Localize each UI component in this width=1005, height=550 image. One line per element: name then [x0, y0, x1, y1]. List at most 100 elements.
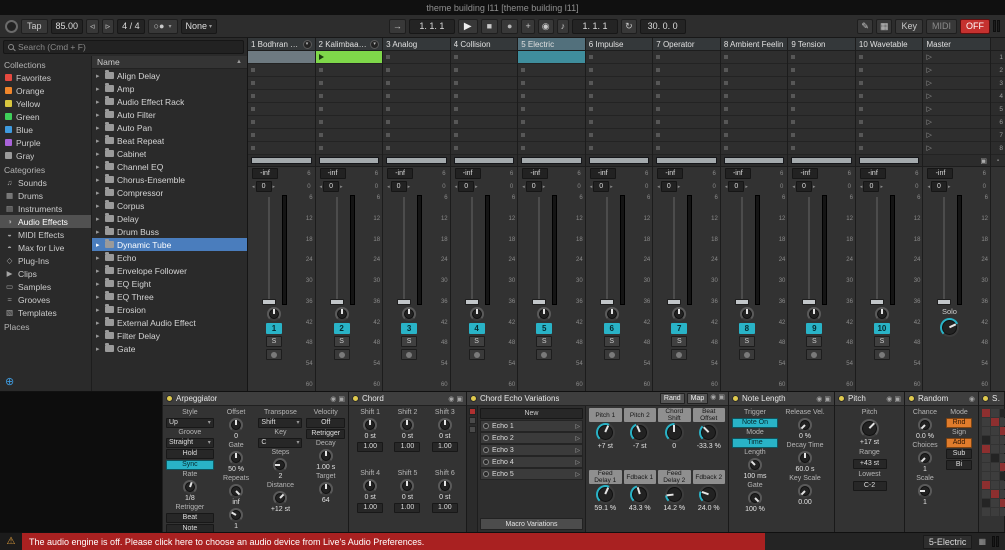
scale-pad[interactable]	[982, 427, 990, 435]
chord-velocity-field[interactable]: 1.00	[357, 442, 384, 452]
scale-pad[interactable]	[1000, 454, 1005, 462]
scale-pad[interactable]	[982, 454, 990, 462]
scale-pad[interactable]	[991, 427, 999, 435]
browser-item[interactable]: ▸ Filter Delay	[92, 329, 247, 342]
note-length-decay-time-knob[interactable]	[798, 451, 812, 465]
device-activator-icon[interactable]	[470, 395, 477, 402]
volume-fader[interactable]	[261, 195, 277, 305]
search-input[interactable]	[18, 42, 239, 52]
metronome-button[interactable]: ○● ▾	[147, 18, 178, 34]
clip-slot[interactable]	[315, 142, 383, 155]
macro-name[interactable]: Feed Delay 2	[658, 470, 691, 484]
arp-distance-knob[interactable]	[273, 491, 288, 505]
clip-slot[interactable]	[450, 103, 518, 116]
fader-handle[interactable]	[937, 299, 952, 305]
pan-left-icon[interactable]: ◂	[252, 184, 255, 190]
track-pan-display[interactable]: 0	[728, 181, 745, 192]
arp-repeats-knob[interactable]	[229, 484, 244, 498]
clip-slot[interactable]	[248, 64, 315, 77]
scale-pad[interactable]	[1000, 463, 1005, 471]
browser-item[interactable]: ▸ Auto Pan	[92, 121, 247, 134]
clip-slot[interactable]	[383, 51, 450, 64]
track-pan-display[interactable]: 0	[863, 181, 880, 192]
scale-pad[interactable]	[982, 418, 990, 426]
arp-rate-knob[interactable]	[182, 480, 197, 494]
loop-start-display[interactable]: 1. 1. 1	[572, 18, 619, 34]
scale-pad[interactable]	[1000, 508, 1005, 516]
arm-button[interactable]	[603, 349, 620, 360]
expand-arrow-icon[interactable]: ▸	[96, 189, 102, 197]
scale-pad[interactable]	[991, 445, 999, 453]
volume-fader[interactable]	[531, 195, 547, 305]
macro-name[interactable]: Feed Delay 1	[589, 470, 622, 484]
track-pan-display[interactable]: 0	[323, 181, 340, 192]
clip-slot[interactable]	[518, 64, 585, 77]
track-stop-button[interactable]	[248, 155, 315, 167]
pan-left-icon[interactable]: ◂	[455, 184, 458, 190]
scene-launch-slot[interactable]: ▷	[923, 116, 991, 129]
device-activator-icon[interactable]	[166, 395, 173, 402]
scale-pad[interactable]	[1000, 409, 1005, 417]
clip-slot[interactable]	[315, 90, 383, 103]
scene-number[interactable]: 5	[991, 103, 1005, 116]
note-length-length-knob[interactable]	[748, 458, 762, 472]
expand-arrow-icon[interactable]: ▸	[96, 163, 102, 171]
fader-handle[interactable]	[532, 299, 547, 305]
clip-slot[interactable]	[855, 90, 923, 103]
pan-right-icon[interactable]: ▸	[408, 184, 411, 190]
rack-chain-row[interactable]: Echo 5 ▷	[480, 468, 583, 480]
macro-knob[interactable]	[699, 423, 719, 442]
add-folder-button[interactable]: ⊕	[5, 377, 14, 388]
key-map-button[interactable]: Key	[895, 18, 923, 34]
clip-slot[interactable]	[383, 129, 450, 142]
chain-activator-icon[interactable]	[483, 471, 489, 477]
hot-swap-icon[interactable]: ◉	[816, 395, 822, 403]
arp-gate-knob[interactable]	[229, 451, 244, 465]
clip-slot[interactable]	[450, 77, 518, 90]
clip-slot[interactable]	[450, 116, 518, 129]
pan-knob[interactable]	[537, 307, 552, 321]
volume-fader[interactable]	[666, 195, 682, 305]
track-stop-button[interactable]	[450, 155, 518, 167]
solo-button[interactable]: S	[806, 336, 823, 347]
warning-icon[interactable]: ⚠	[0, 533, 22, 550]
clip-slot[interactable]	[248, 103, 315, 116]
loop-button[interactable]: ↻	[621, 18, 637, 34]
track-volume-display[interactable]: -inf	[724, 168, 751, 179]
scale-pad[interactable]	[991, 409, 999, 417]
browser-item[interactable]: ▸ Erosion	[92, 303, 247, 316]
clip-slot[interactable]	[518, 129, 585, 142]
expand-arrow-icon[interactable]: ▸	[96, 228, 102, 236]
track-stop-button[interactable]	[653, 155, 720, 167]
clip-slot[interactable]	[653, 90, 720, 103]
track-pan-display[interactable]: 0	[458, 181, 475, 192]
arp-velocity-retrigger-button[interactable]: Retrigger	[306, 429, 345, 439]
pan-left-icon[interactable]: ◂	[725, 184, 728, 190]
scale-pad[interactable]	[1000, 427, 1005, 435]
scene-number[interactable]: 1	[991, 51, 1005, 64]
macro-name[interactable]: Fdback 2	[692, 470, 725, 484]
computer-midi-keyboard-button[interactable]: ▦	[875, 18, 893, 34]
scale-pad[interactable]	[982, 508, 990, 516]
master-header[interactable]: Master	[923, 38, 991, 51]
pan-left-icon[interactable]: ◂	[320, 184, 323, 190]
volume-fader[interactable]	[936, 195, 952, 305]
pan-knob[interactable]	[334, 307, 349, 321]
clip-slot[interactable]	[450, 64, 518, 77]
chord-shift-knob[interactable]	[400, 479, 415, 493]
macro-variations-button[interactable]: Macro Variations	[480, 518, 583, 530]
arp-offset-knob[interactable]	[229, 418, 244, 432]
clip-slot[interactable]	[383, 90, 450, 103]
clip-slot[interactable]	[720, 90, 788, 103]
clip-slot[interactable]	[585, 116, 653, 129]
scale-pad[interactable]	[982, 499, 990, 507]
clip-slot[interactable]	[585, 103, 653, 116]
arm-button[interactable]	[266, 349, 282, 360]
clip-slot[interactable]	[855, 142, 923, 155]
clip-slot[interactable]	[585, 77, 653, 90]
arp-hold-button[interactable]: Hold	[166, 449, 214, 459]
arp-target-knob[interactable]	[318, 482, 333, 496]
clip-slot[interactable]	[585, 142, 653, 155]
scale-pad[interactable]	[991, 454, 999, 462]
clip-slot[interactable]	[720, 77, 788, 90]
